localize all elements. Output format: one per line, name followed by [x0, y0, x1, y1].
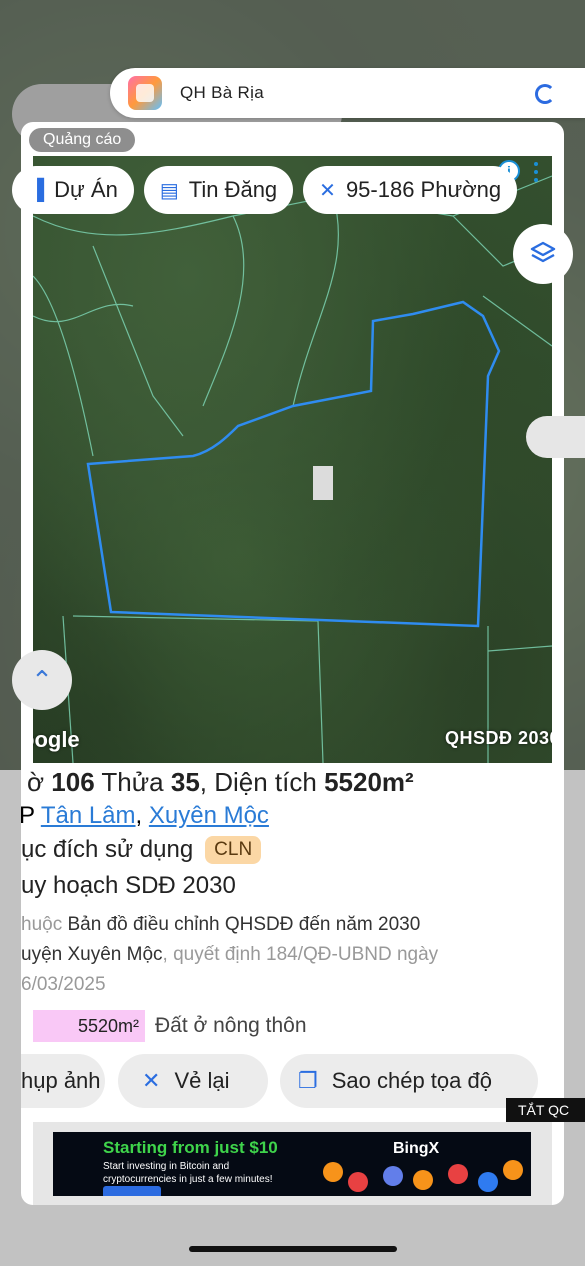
parcel-summary: ờ 106 Thửa 35, Diện tích 5520m²: [27, 767, 564, 798]
bitcoin-coin-icon: [413, 1170, 433, 1190]
action-buttons: hụp ảnh ✕ Vẻ lại ❐ Sao chép tọa độ: [21, 1054, 564, 1110]
bitcoin-coin-icon: [503, 1160, 523, 1180]
parcel-info: ờ 106 Thửa 35, Diện tích 5520m² P Tân Lâ…: [21, 767, 564, 1042]
parcel-outline: [86, 300, 501, 628]
plan-muted-text: huộc: [21, 914, 68, 935]
expand-up-button[interactable]: ⌃: [12, 650, 72, 710]
ruler-icon: ✕: [319, 179, 336, 202]
banner-ad-creative[interactable]: Starting from just $10 Start investing i…: [53, 1132, 531, 1196]
plot-number: 35: [170, 767, 200, 797]
legend-label: Đất ở nông thôn: [155, 1014, 307, 1037]
close-ad-badge[interactable]: TẮT QC: [506, 1098, 585, 1122]
separator: ,: [135, 802, 149, 829]
app-logo-icon: [128, 76, 162, 110]
coin-icon: [448, 1164, 468, 1184]
banner-register-button[interactable]: [103, 1186, 161, 1196]
copy-icon: ❐: [298, 1068, 318, 1093]
banner-ad-subtitle: Start investing in Bitcoin and cryptocur…: [103, 1161, 273, 1185]
plan-date: 6/03/2025: [21, 974, 106, 995]
ward-link[interactable]: Tân Lâm: [41, 802, 136, 829]
purpose-code-badge: CLN: [205, 836, 262, 864]
legend-swatch: 5520m²: [33, 1010, 145, 1042]
ad-card[interactable]: Quảng cáo i oogle QHSDĐ 2030: [21, 122, 564, 1205]
location-prefix: P: [21, 802, 41, 829]
ruler-icon: ✕: [142, 1068, 161, 1093]
sheet-number: 106: [51, 767, 95, 797]
plan-map-name: Bản đồ điều chỉnh QHSDĐ đến năm 2030: [67, 914, 421, 935]
parcel-map[interactable]: i oogle QHSDĐ 2030: [33, 156, 552, 763]
button-label: hụp ảnh: [21, 1068, 101, 1093]
chip-du-an[interactable]: ▐ Dự Án: [12, 166, 134, 214]
google-attribution: oogle: [33, 727, 80, 752]
side-handle[interactable]: [526, 416, 585, 458]
map-layer-label: QHSDĐ 2030: [444, 728, 552, 748]
purpose-label: ục đích sử dụng: [21, 836, 194, 863]
legend-row: 5520m² Đất ở nông thôn: [21, 1010, 564, 1042]
banner-ad[interactable]: Starting from just $10 Start investing i…: [33, 1122, 552, 1205]
redraw-button[interactable]: ✕ Vẻ lại: [118, 1054, 268, 1108]
chip-tin-dang[interactable]: ▤ Tin Đăng: [143, 166, 294, 214]
bitcoin-coin-icon: [323, 1162, 343, 1182]
building-icon: ▐: [30, 178, 45, 201]
chip-label: Tin Đăng: [188, 177, 278, 202]
copy-coordinates-button[interactable]: ❐ Sao chép tọa độ: [280, 1054, 538, 1108]
filter-chips: ▐ Dự Án ▤ Tin Đăng ✕ 95-186 Phường: [12, 166, 518, 214]
ethereum-coin-icon: [383, 1166, 403, 1186]
chevron-up-icon: ⌃: [31, 664, 53, 695]
capture-photo-button[interactable]: hụp ảnh: [21, 1054, 105, 1108]
parcel-purpose: ục đích sử dụng CLN: [21, 836, 564, 864]
chip-label: 95-186 Phường: [345, 177, 502, 202]
plan-district: uyện Xuyên Mộc: [21, 944, 163, 965]
area-prefix: , Diện tích: [199, 767, 325, 797]
plot-prefix: Thửa: [94, 767, 171, 797]
building-roof: [313, 466, 333, 500]
banner-ad-brand: BingX: [393, 1140, 440, 1157]
banner-ad-title: Starting from just $10: [103, 1138, 278, 1157]
button-label: Sao chép tọa độ: [331, 1068, 492, 1093]
plan-title: uy hoạch SDĐ 2030: [21, 872, 236, 899]
layers-icon: [530, 241, 556, 263]
loading-spinner-icon: [535, 84, 555, 104]
chip-phuong[interactable]: ✕ 95-186 Phường: [303, 166, 518, 214]
ad-tag: Quảng cáo: [29, 128, 136, 152]
app-banner[interactable]: QH Bà Rịa: [110, 68, 585, 118]
coin-icon: [348, 1172, 368, 1192]
parcel-location: P Tân Lâm, Xuyên Mộc: [21, 802, 564, 830]
calendar-icon: ▤: [159, 179, 179, 202]
layers-button[interactable]: [513, 224, 573, 284]
plan-decision: , quyết định 184/QĐ-UBND ngày: [162, 944, 439, 965]
coin-icon: [478, 1172, 498, 1192]
parcel-map-svg: [33, 175, 552, 763]
sheet-prefix: ờ: [27, 767, 52, 797]
app-banner-title: QH Bà Rịa: [180, 83, 264, 102]
ad-menu-icon[interactable]: [530, 160, 542, 184]
plan-description: huộc Bản đồ điều chỉnh QHSDĐ đến năm 203…: [21, 910, 546, 1000]
district-link[interactable]: Xuyên Mộc: [149, 802, 269, 829]
home-indicator[interactable]: [189, 1246, 397, 1252]
button-label: Vẻ lại: [174, 1068, 230, 1093]
area-value: 5520m²: [324, 767, 414, 797]
chip-label: Dự Án: [54, 177, 118, 202]
